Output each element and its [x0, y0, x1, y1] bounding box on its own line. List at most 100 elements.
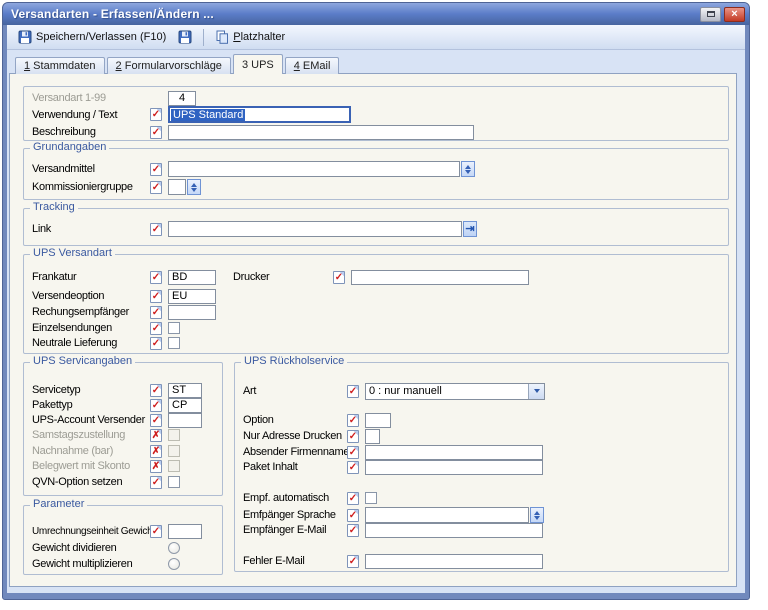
tab-stammdaten[interactable]: 1 Stammdaten — [15, 57, 105, 74]
servicetyp-label: Servicetyp — [32, 384, 81, 396]
field-enabled-icon[interactable]: ✓ — [150, 413, 162, 427]
paket-inhalt-field[interactable] — [365, 459, 543, 475]
ups-account-field[interactable] — [168, 412, 202, 428]
neutrale-lieferung-label: Neutrale Lieferung — [32, 337, 118, 349]
samstagszustellung-checkbox[interactable] — [168, 429, 180, 441]
versendeoption-label: Versendeoption — [32, 290, 105, 302]
spinner-up-icon — [534, 510, 540, 515]
versandmittel-combo — [168, 161, 475, 177]
fehler-email-field[interactable] — [365, 553, 543, 569]
toolbar-separator — [203, 28, 205, 46]
tab-formularvorschlaege[interactable]: 2 Formularvorschläge — [106, 57, 231, 74]
absender-firmenname-field[interactable] — [365, 444, 543, 460]
field-enabled-icon[interactable]: ✓ — [150, 289, 162, 303]
kommissioniergruppe-combo — [168, 179, 201, 195]
absender-firmenname-label: Absender Firmenname — [243, 446, 350, 458]
einzelsendungen-label: Einzelsendungen — [32, 322, 112, 334]
drucker-field[interactable] — [351, 269, 529, 285]
placeholder-button[interactable]: Platzhalter — [209, 27, 291, 47]
field-enabled-icon[interactable]: ✓ — [347, 554, 359, 568]
gewicht-multiplizieren-label: Gewicht multiplizieren — [32, 558, 133, 570]
field-enabled-icon[interactable]: ✓ — [150, 475, 162, 489]
versandart-nr-label: Versandart 1-99 — [32, 92, 106, 104]
frankatur-label: Frankatur — [32, 271, 77, 283]
spinner-button[interactable] — [461, 161, 475, 177]
empfaenger-sprache-combo — [365, 507, 544, 523]
spinner-up-icon — [191, 182, 197, 187]
open-link-button[interactable]: ⇥ — [463, 221, 477, 237]
neutrale-lieferung-checkbox[interactable] — [168, 337, 180, 349]
group-title: Parameter — [30, 498, 88, 510]
art-dropdown[interactable]: 0 : nur manuell — [365, 382, 545, 400]
qvn-option-checkbox[interactable] — [168, 476, 180, 488]
pakettyp-field[interactable] — [168, 397, 202, 413]
field-enabled-icon[interactable]: ✓ — [347, 413, 359, 427]
field-enabled-icon[interactable]: ✓ — [347, 429, 359, 443]
pakettyp-label: Pakettyp — [32, 399, 73, 411]
field-enabled-icon[interactable]: ✓ — [347, 460, 359, 474]
window-title: Versandarten - Erfassen/Ändern ... — [11, 7, 214, 21]
field-enabled-icon[interactable]: ✓ — [150, 162, 162, 176]
nachnahme-checkbox[interactable] — [168, 445, 180, 457]
field-disabled-icon[interactable]: ✗ — [150, 428, 162, 442]
tab-strip: 1 Stammdaten 2 Formularvorschläge 3 UPS … — [15, 54, 340, 74]
field-enabled-icon[interactable]: ✓ — [347, 491, 359, 505]
paket-inhalt-label: Paket Inhalt — [243, 461, 298, 473]
tab-ups[interactable]: 3 UPS — [232, 54, 283, 74]
kommissioniergruppe-field[interactable] — [168, 179, 186, 195]
spinner-button[interactable] — [530, 507, 544, 523]
field-disabled-icon[interactable]: ✗ — [150, 444, 162, 458]
nur-adresse-field[interactable] — [365, 428, 380, 444]
dropdown-button[interactable] — [528, 383, 544, 399]
versandart-nr-field[interactable] — [168, 90, 196, 106]
field-enabled-icon[interactable]: ✓ — [347, 523, 359, 537]
versandmittel-field[interactable] — [168, 161, 460, 177]
empfaenger-email-field[interactable] — [365, 522, 543, 538]
maximize-button[interactable] — [700, 6, 721, 22]
field-enabled-icon[interactable]: ✓ — [150, 222, 162, 236]
field-enabled-icon[interactable]: ✓ — [150, 125, 162, 139]
group-tracking: Tracking Link ✓ ⇥ — [23, 201, 729, 246]
toolbar: Speichern/Verlassen (F10) Platzhalter — [7, 25, 745, 50]
link-field[interactable] — [168, 221, 462, 237]
save-exit-button[interactable]: Speichern/Verlassen (F10) — [12, 27, 172, 47]
gewicht-multiplizieren-radio[interactable] — [168, 558, 180, 570]
field-enabled-icon[interactable]: ✓ — [347, 445, 359, 459]
option-field[interactable] — [365, 412, 391, 428]
servicetyp-field[interactable] — [168, 382, 202, 398]
rechnungsempfaenger-label: Rechungsempfänger — [32, 306, 130, 318]
umrechnung-field[interactable] — [168, 523, 202, 539]
field-enabled-icon[interactable]: ✓ — [150, 108, 162, 121]
save-button[interactable] — [172, 27, 198, 47]
field-enabled-icon[interactable]: ✓ — [347, 508, 359, 522]
field-enabled-icon[interactable]: ✓ — [150, 270, 162, 284]
field-enabled-icon[interactable]: ✓ — [150, 180, 162, 194]
field-enabled-icon[interactable]: ✓ — [150, 524, 162, 538]
field-enabled-icon[interactable]: ✓ — [347, 384, 359, 398]
field-enabled-icon[interactable]: ✓ — [150, 383, 162, 397]
empfaenger-email-label: Empfänger E-Mail — [243, 524, 327, 536]
versendeoption-field[interactable] — [168, 288, 216, 304]
einzelsendungen-checkbox[interactable] — [168, 322, 180, 334]
gewicht-dividieren-label: Gewicht dividieren — [32, 542, 117, 554]
field-enabled-icon[interactable]: ✓ — [150, 305, 162, 319]
verwendung-label: Verwendung / Text — [32, 108, 118, 121]
option-label: Option — [243, 414, 274, 426]
field-enabled-icon[interactable]: ✓ — [150, 321, 162, 335]
field-enabled-icon[interactable]: ✓ — [150, 398, 162, 412]
gewicht-dividieren-radio[interactable] — [168, 542, 180, 554]
field-enabled-icon[interactable]: ✓ — [333, 270, 345, 284]
field-enabled-icon[interactable]: ✓ — [150, 336, 162, 350]
rechnungsempfaenger-field[interactable] — [168, 304, 216, 320]
empfaenger-sprache-field[interactable] — [365, 507, 529, 523]
verwendung-field[interactable]: UPS Standard — [168, 106, 351, 123]
tab-email[interactable]: 4 EMail — [284, 57, 340, 74]
belegwert-checkbox[interactable] — [168, 460, 180, 472]
qvn-option-label: QVN-Option setzen — [32, 476, 123, 488]
field-disabled-icon[interactable]: ✗ — [150, 459, 162, 473]
spinner-button[interactable] — [187, 179, 201, 195]
frankatur-field[interactable] — [168, 269, 216, 285]
beschreibung-field[interactable] — [168, 124, 474, 140]
empf-automatisch-checkbox[interactable] — [365, 492, 377, 504]
close-button[interactable]: × — [724, 6, 745, 22]
